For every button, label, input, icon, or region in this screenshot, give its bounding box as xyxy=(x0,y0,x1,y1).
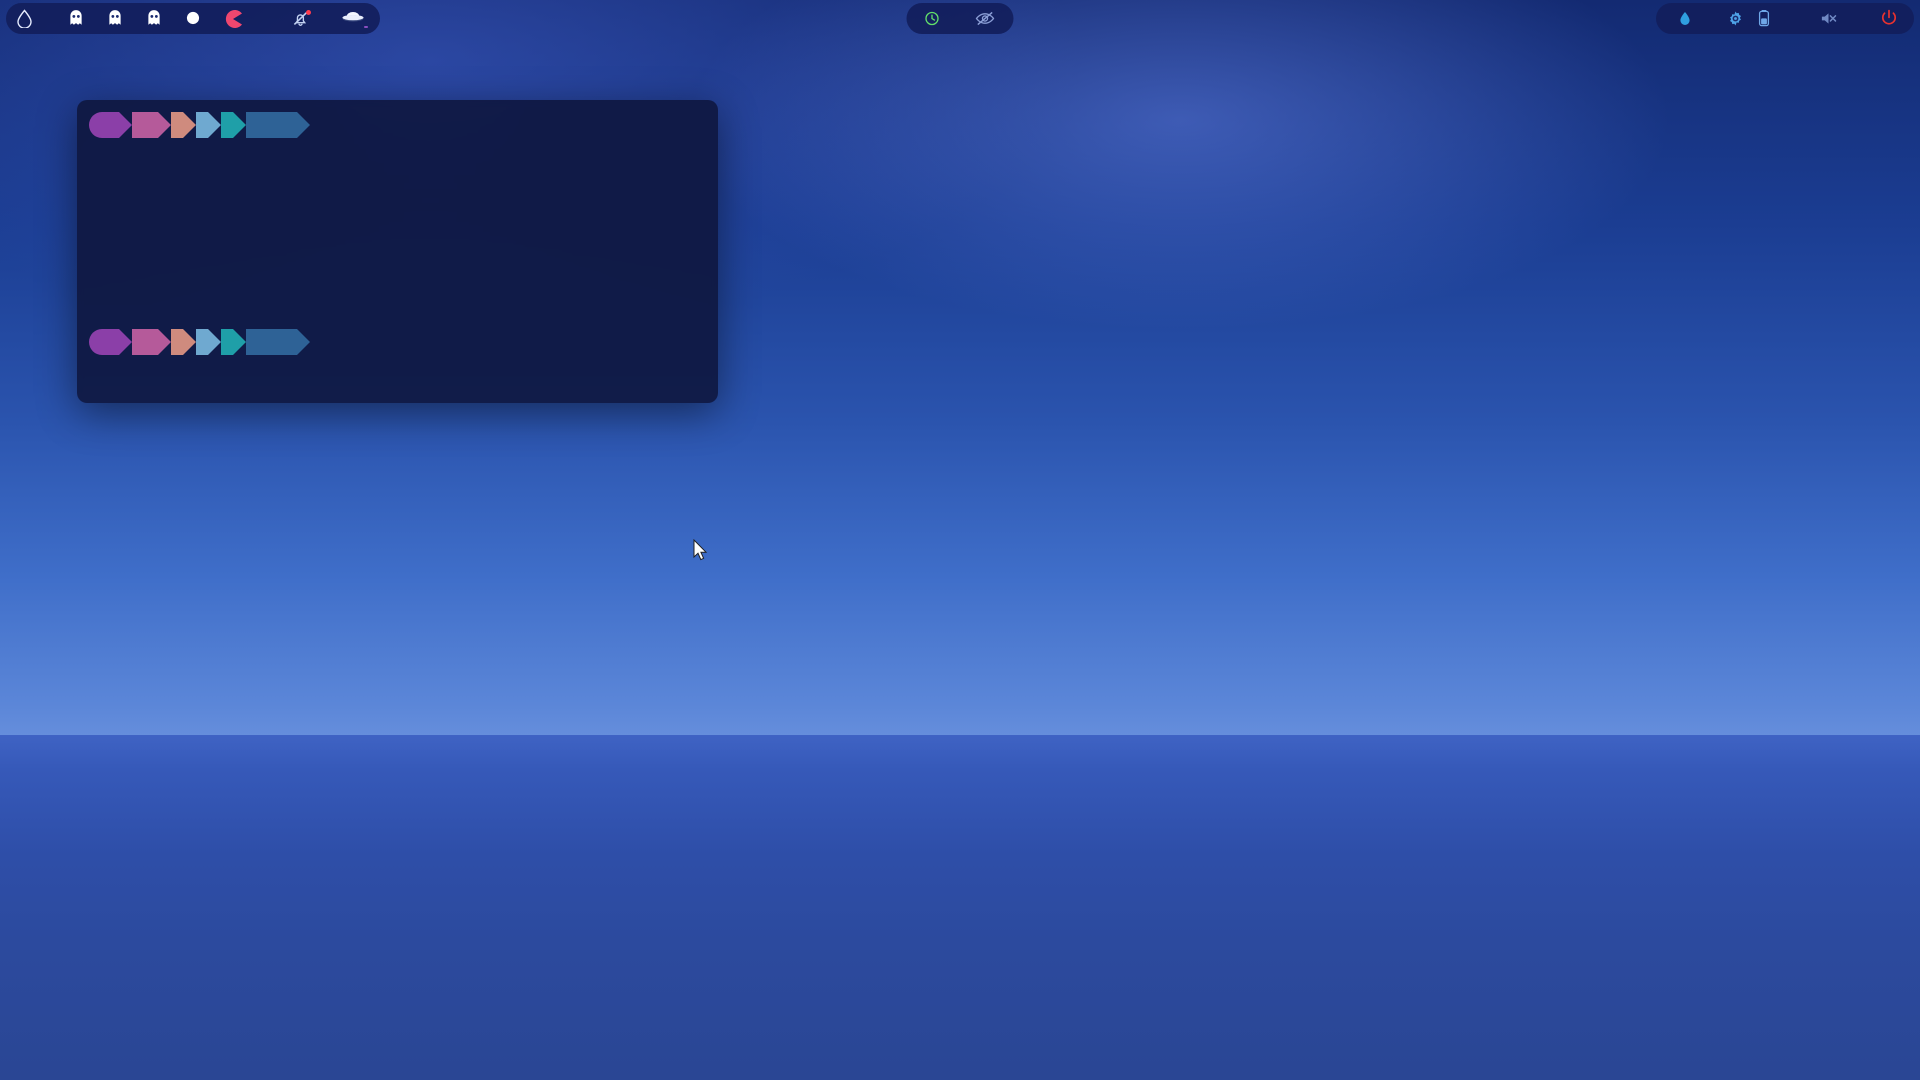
workspace-list xyxy=(67,9,242,28)
ghost-icon[interactable] xyxy=(106,9,124,27)
prompt-sep-6 xyxy=(296,112,310,138)
prompt-sep-5 xyxy=(233,112,246,138)
prompt-sep-4 xyxy=(208,329,221,355)
flame-icon xyxy=(1679,11,1691,26)
prompt-seg-a xyxy=(171,112,183,138)
top-bar-center xyxy=(906,2,1014,34)
prompt-path xyxy=(132,112,158,138)
top-bar-left xyxy=(6,2,380,34)
battery-widget[interactable] xyxy=(1758,9,1777,27)
prompt-sep-3 xyxy=(183,329,196,355)
eye-slash-icon[interactable] xyxy=(975,10,996,27)
ghost-icon[interactable] xyxy=(145,9,163,27)
prompt-sep-6 xyxy=(296,329,310,355)
prompt-line-bottom xyxy=(89,329,310,355)
water-drop-icon[interactable] xyxy=(16,8,33,28)
prompt-sep-5 xyxy=(233,329,246,355)
prompt-time xyxy=(246,112,297,138)
ghost-icon[interactable] xyxy=(67,9,85,27)
prompt-seg-a xyxy=(171,329,183,355)
prompt-user xyxy=(89,329,119,355)
bell-slash-icon[interactable] xyxy=(291,9,311,28)
prompt-sep-1 xyxy=(119,112,132,138)
saucer-icon[interactable] xyxy=(340,9,368,28)
prompt-sep-4 xyxy=(208,112,221,138)
notification-badge xyxy=(306,9,311,15)
prompt-sep-1 xyxy=(119,329,132,355)
prompt-sep-2 xyxy=(158,112,171,138)
top-bar xyxy=(0,0,1920,36)
prompt-path xyxy=(132,329,158,355)
prompt-user xyxy=(89,112,119,138)
clock-widget[interactable] xyxy=(925,11,947,26)
mouse-cursor xyxy=(693,538,709,567)
clock-icon xyxy=(925,11,940,26)
tray-badge xyxy=(364,26,368,28)
dot-icon[interactable] xyxy=(184,9,202,27)
prompt-sep-2 xyxy=(158,329,171,355)
top-bar-right xyxy=(1656,2,1914,34)
pacman-icon[interactable] xyxy=(223,9,242,28)
prompt-sep-3 xyxy=(183,112,196,138)
terminal-window[interactable] xyxy=(77,100,718,403)
prompt-seg-b xyxy=(196,112,208,138)
prompt-seg-c xyxy=(221,329,233,355)
temperature-widget[interactable] xyxy=(1672,11,1691,26)
prompt-seg-b xyxy=(196,329,208,355)
gear-icon[interactable] xyxy=(1727,10,1744,27)
prompt-seg-c xyxy=(221,112,233,138)
power-icon[interactable] xyxy=(1880,9,1898,27)
battery-icon xyxy=(1758,9,1770,27)
prompt-line-top xyxy=(89,112,330,138)
water xyxy=(0,735,1920,1080)
speaker-mute-icon[interactable] xyxy=(1819,10,1838,27)
prompt-time xyxy=(246,329,297,355)
